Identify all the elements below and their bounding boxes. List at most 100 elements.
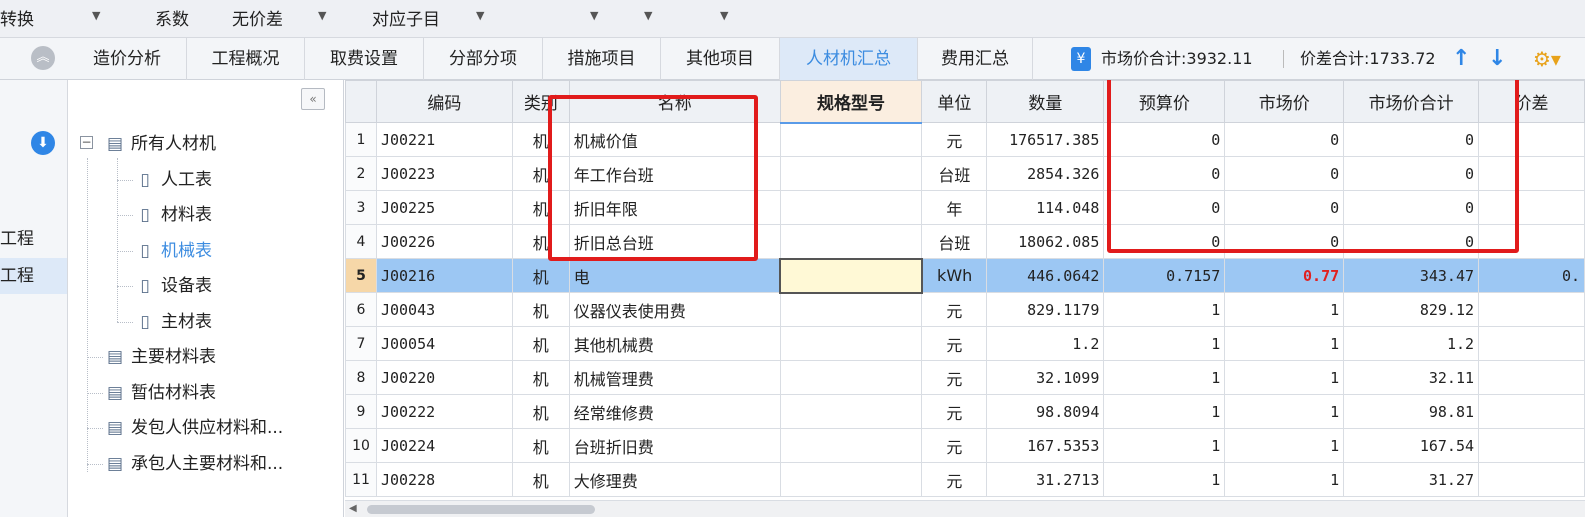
chevron-down-icon[interactable]: ▼ — [590, 9, 598, 22]
code-cell[interactable]: J00224 — [375, 428, 513, 463]
price-diff-cell[interactable] — [1478, 326, 1585, 361]
market-total-cell[interactable]: 1.2 — [1343, 326, 1480, 361]
spec-cell[interactable] — [779, 428, 923, 463]
tab-cost-analysis[interactable]: 造价分析 — [68, 38, 187, 80]
table-row[interactable]: 4 J00226 机折旧总台班 台班 18062.085 0 0 0 — [345, 224, 1585, 259]
download-icon[interactable]: ⬇ — [31, 131, 55, 155]
row-index[interactable]: 11 — [345, 462, 377, 497]
collapse-left-icon[interactable]: « — [301, 88, 325, 110]
market-price-cell[interactable]: 1 — [1224, 326, 1345, 361]
settings-icon[interactable]: ⚙▾ — [1533, 47, 1561, 71]
chevron-down-icon[interactable]: ▼ — [720, 9, 728, 22]
market-price-cell[interactable]: 1 — [1224, 292, 1345, 327]
market-total-cell[interactable]: 0 — [1343, 224, 1480, 259]
qty-cell[interactable]: 176517.385 — [986, 122, 1105, 157]
market-total-cell[interactable]: 0 — [1343, 122, 1480, 157]
budget-price-cell[interactable]: 1 — [1103, 462, 1226, 497]
table-row[interactable]: 2 J00223 机年工作台班 台班 2854.326 0 0 0 — [345, 156, 1585, 191]
chevron-down-icon[interactable]: ▼ — [644, 9, 652, 22]
name-cell[interactable]: 折旧年限 — [568, 190, 781, 225]
col-header-name[interactable]: 名称 — [568, 80, 781, 123]
tab-sub-items[interactable]: 分部分项 — [424, 38, 543, 80]
col-header-code[interactable]: 编码 — [375, 80, 513, 123]
spec-cell[interactable] — [779, 190, 923, 225]
toolbar-item-no-diff[interactable]: 无价差 — [232, 5, 283, 30]
name-cell[interactable]: 台班折旧费 — [568, 428, 781, 463]
price-diff-cell[interactable] — [1478, 190, 1585, 225]
code-cell[interactable]: J00225 — [375, 190, 513, 225]
tree-node-contractor-material[interactable]: ▤ 承包人主要材料和... — [105, 449, 283, 479]
col-header-budget-price[interactable]: 预算价 — [1103, 80, 1226, 123]
collapse-up-icon[interactable]: ︽ — [31, 46, 55, 70]
market-total-cell[interactable]: 0 — [1343, 156, 1480, 191]
unit-cell[interactable]: 年 — [921, 190, 988, 225]
spec-cell[interactable] — [779, 326, 923, 361]
col-header-index[interactable] — [345, 80, 377, 123]
table-row[interactable]: 1 J00221 机机械价值元 176517.385 0 0 0 — [345, 122, 1585, 157]
price-diff-cell[interactable] — [1478, 292, 1585, 327]
unit-cell[interactable]: 元 — [921, 360, 988, 395]
collapse-tree-icon[interactable]: − — [80, 136, 93, 149]
tree-node-estimated-material[interactable]: ▤ 暂估材料表 — [105, 378, 216, 408]
name-cell[interactable]: 经常维修费 — [568, 394, 781, 429]
market-price-cell[interactable]: 0 — [1224, 156, 1345, 191]
spec-cell[interactable] — [779, 156, 923, 191]
name-cell[interactable]: 其他机械费 — [568, 326, 781, 361]
price-diff-cell[interactable]: 0. — [1478, 258, 1585, 293]
tree-node-all[interactable]: ▤ 所有人材机 — [105, 129, 216, 159]
qty-cell[interactable]: 98.8094 — [986, 394, 1105, 429]
budget-price-cell[interactable]: 1 — [1103, 360, 1226, 395]
tab-measures[interactable]: 措施项目 — [543, 38, 661, 80]
horizontal-scrollbar[interactable]: ◀ — [345, 500, 1585, 517]
scrollbar-thumb[interactable] — [367, 505, 595, 514]
row-index[interactable]: 9 — [345, 394, 377, 429]
tree-node-material[interactable]: ▯ 材料表 — [135, 200, 212, 230]
row-index[interactable]: 6 — [345, 292, 377, 327]
table-row[interactable]: 9 J00222 机经常维修费元 98.8094 1 1 98.81 — [345, 394, 1585, 429]
qty-cell[interactable]: 114.048 — [986, 190, 1105, 225]
table-row[interactable]: 10 J00224 机台班折旧费元 167.5353 1 1 167.54 — [345, 428, 1585, 463]
budget-price-cell[interactable]: 0 — [1103, 224, 1226, 259]
market-total-cell[interactable]: 343.47 — [1343, 258, 1480, 293]
unit-cell[interactable]: 元 — [921, 122, 988, 157]
qty-cell[interactable]: 829.1179 — [986, 292, 1105, 327]
tree-node-key-material[interactable]: ▤ 主要材料表 — [105, 342, 216, 372]
market-total-cell[interactable]: 829.12 — [1343, 292, 1480, 327]
tree-node-main-material[interactable]: ▯ 主材表 — [135, 307, 212, 337]
table-row[interactable]: 7 J00054 机其他机械费元 1.2 1 1 1.2 — [345, 326, 1585, 361]
type-cell[interactable]: 机 — [511, 394, 570, 429]
qty-cell[interactable]: 446.0642 — [986, 258, 1105, 293]
type-cell[interactable]: 机 — [511, 156, 570, 191]
table-row[interactable]: 11 J00228 机大修理费元 31.2713 1 1 31.27 — [345, 462, 1585, 497]
price-diff-cell[interactable] — [1478, 122, 1585, 157]
market-total-cell[interactable]: 32.11 — [1343, 360, 1480, 395]
col-header-type[interactable]: 类别 — [511, 80, 570, 123]
toolbar-item-convert[interactable]: 转换 — [0, 5, 34, 30]
type-cell[interactable]: 机 — [511, 190, 570, 225]
code-cell[interactable]: J00216 — [375, 258, 513, 293]
market-price-cell[interactable]: 1 — [1224, 462, 1345, 497]
market-price-cell[interactable]: 0.77 — [1224, 258, 1345, 293]
col-header-qty[interactable]: 数量 — [986, 80, 1105, 123]
tree-node-equipment[interactable]: ▯ 设备表 — [135, 271, 212, 301]
unit-cell[interactable]: kWh — [921, 258, 988, 293]
col-header-market-total[interactable]: 市场价合计 — [1343, 80, 1480, 123]
code-cell[interactable]: J00043 — [375, 292, 513, 327]
spec-cell[interactable] — [779, 360, 923, 395]
code-cell[interactable]: J00220 — [375, 360, 513, 395]
type-cell[interactable]: 机 — [511, 122, 570, 157]
chevron-down-icon[interactable]: ▼ — [92, 9, 100, 22]
budget-price-cell[interactable]: 0 — [1103, 190, 1226, 225]
spec-cell[interactable] — [779, 292, 923, 327]
name-cell[interactable]: 大修理费 — [568, 462, 781, 497]
name-cell[interactable]: 折旧总台班 — [568, 224, 781, 259]
qty-cell[interactable]: 31.2713 — [986, 462, 1105, 497]
qty-cell[interactable]: 2854.326 — [986, 156, 1105, 191]
budget-price-cell[interactable]: 1 — [1103, 326, 1226, 361]
toolbar-item-sub-item[interactable]: 对应子目 — [372, 5, 440, 30]
table-row[interactable]: 6 J00043 机仪器仪表使用费元 829.1179 1 1 829.12 — [345, 292, 1585, 327]
market-price-cell[interactable]: 0 — [1224, 190, 1345, 225]
col-header-price-diff[interactable]: 价差 — [1478, 80, 1585, 123]
budget-price-cell[interactable]: 1 — [1103, 428, 1226, 463]
tab-labor-material-summary[interactable]: 人材机汇总 — [780, 38, 918, 80]
